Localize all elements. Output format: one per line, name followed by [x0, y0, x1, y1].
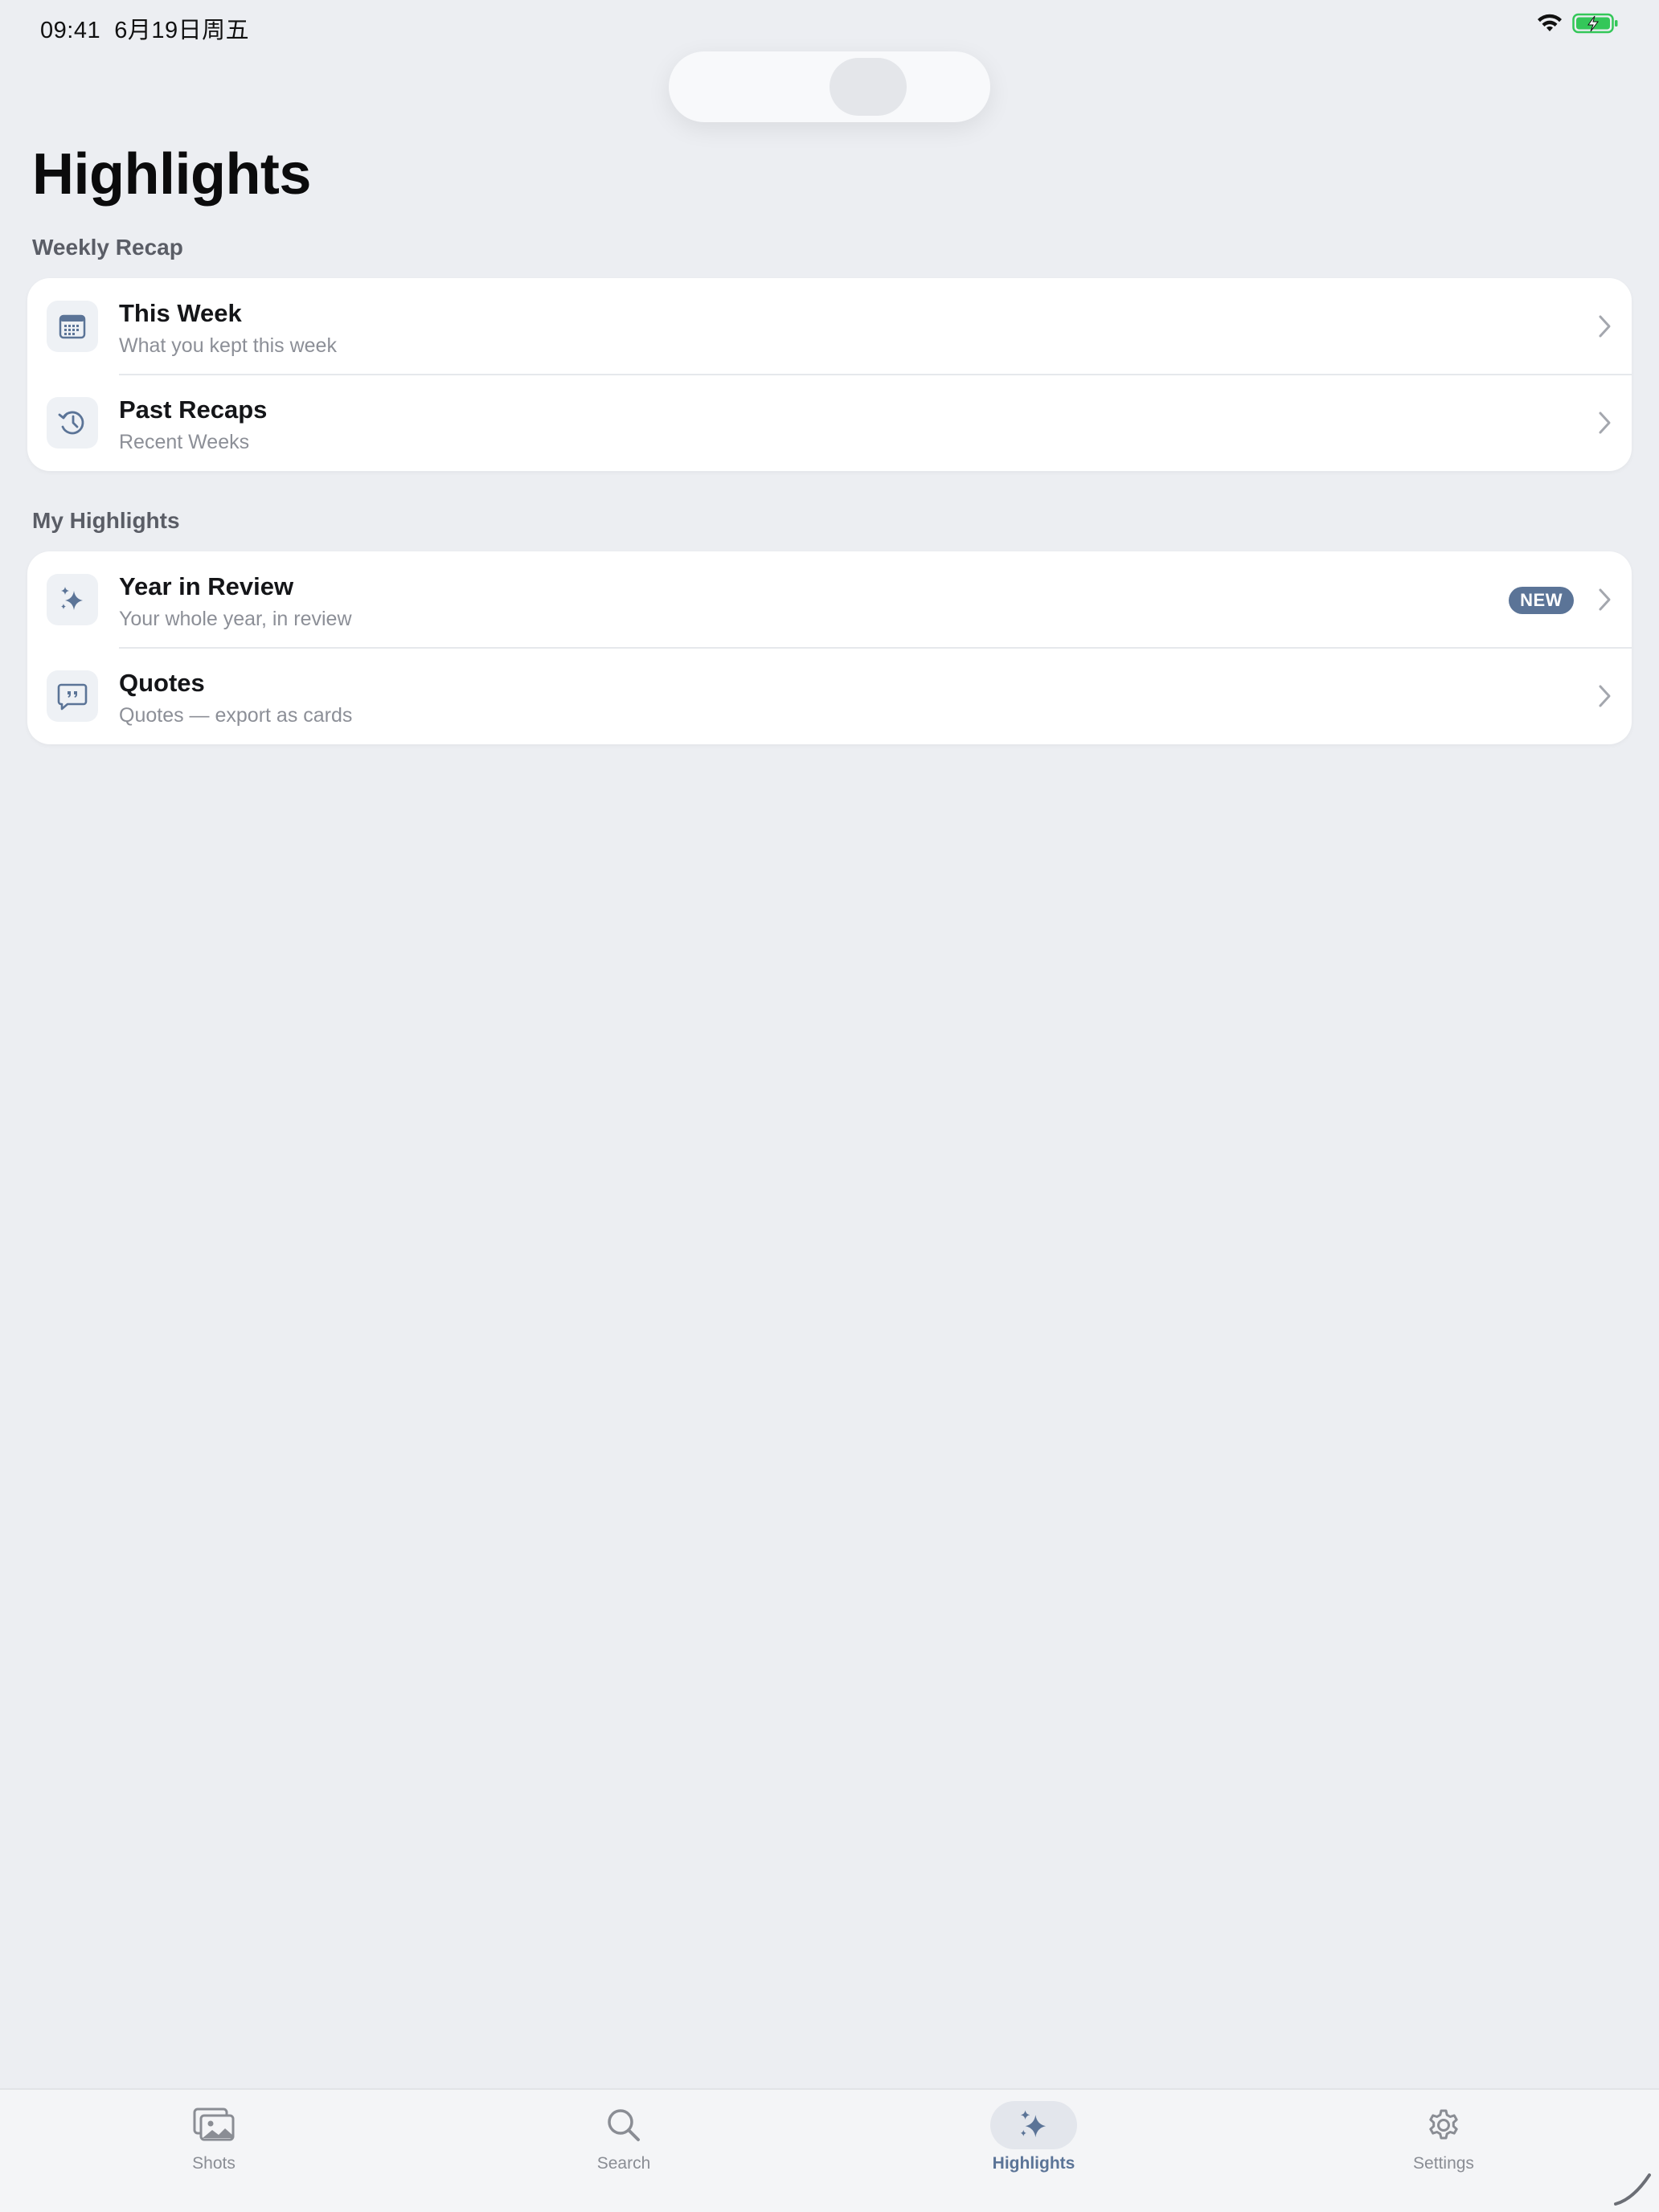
row-title: Year in Review	[119, 572, 294, 600]
row-title: This Week	[119, 299, 242, 327]
tab-bar: Shots Search Highlights Settings	[0, 2088, 1659, 2212]
status-date: 6月19日周五	[114, 18, 250, 43]
gear-icon	[1400, 2101, 1487, 2149]
chevron-right-icon	[1599, 315, 1611, 338]
sparkles-icon	[47, 574, 98, 625]
search-icon	[580, 2101, 667, 2149]
calendar-icon	[47, 301, 98, 352]
chevron-right-icon	[1599, 685, 1611, 707]
sparkles-icon	[990, 2101, 1077, 2149]
status-clock: 09:41	[40, 18, 101, 43]
weekly-recap-card: This Week What you kept this week Past R…	[27, 278, 1632, 471]
tab-label: Settings	[1413, 2154, 1474, 2173]
tab-search[interactable]: Search	[543, 2101, 704, 2189]
row-title: Past Recaps	[119, 395, 268, 424]
battery-charging-icon	[1572, 13, 1619, 34]
row-year-in-review[interactable]: Year in Review Your whole year, in revie…	[27, 551, 1632, 649]
status-icons	[1537, 13, 1619, 34]
tab-settings[interactable]: Settings	[1363, 2101, 1524, 2189]
pill-knob	[830, 58, 907, 116]
row-subtitle: What you kept this week	[119, 334, 337, 357]
tab-label: Highlights	[992, 2154, 1075, 2173]
row-title: Quotes	[119, 669, 205, 697]
tab-label: Search	[596, 2154, 651, 2173]
tab-highlights[interactable]: Highlights	[953, 2101, 1114, 2189]
chevron-right-icon	[1599, 412, 1611, 434]
window-control-pill[interactable]	[669, 51, 990, 122]
row-subtitle: Recent Weeks	[119, 431, 250, 453]
my-highlights-card: Year in Review Your whole year, in revie…	[27, 551, 1632, 744]
history-icon	[47, 397, 98, 449]
section-header-weekly-recap: Weekly Recap	[32, 235, 183, 260]
quote-bubble-icon	[47, 670, 98, 722]
row-this-week[interactable]: This Week What you kept this week	[27, 278, 1632, 375]
row-subtitle: Your whole year, in review	[119, 608, 352, 630]
new-badge: NEW	[1509, 587, 1574, 614]
page-title: Highlights	[32, 142, 311, 207]
chevron-right-icon	[1599, 588, 1611, 611]
pencil-stroke-icon	[1614, 2173, 1651, 2206]
status-bar: 09:41 6月19日周五	[0, 0, 1659, 51]
status-time: 09:41 6月19日周五	[40, 11, 249, 45]
wifi-icon	[1537, 14, 1563, 33]
tab-shots[interactable]: Shots	[133, 2101, 294, 2189]
photos-icon	[170, 2101, 257, 2149]
row-quotes[interactable]: Quotes Quotes — export as cards	[27, 648, 1632, 744]
section-header-my-highlights: My Highlights	[32, 508, 180, 533]
row-subtitle: Quotes — export as cards	[119, 704, 353, 727]
row-past-recaps[interactable]: Past Recaps Recent Weeks	[27, 375, 1632, 471]
tab-label: Shots	[192, 2154, 236, 2173]
